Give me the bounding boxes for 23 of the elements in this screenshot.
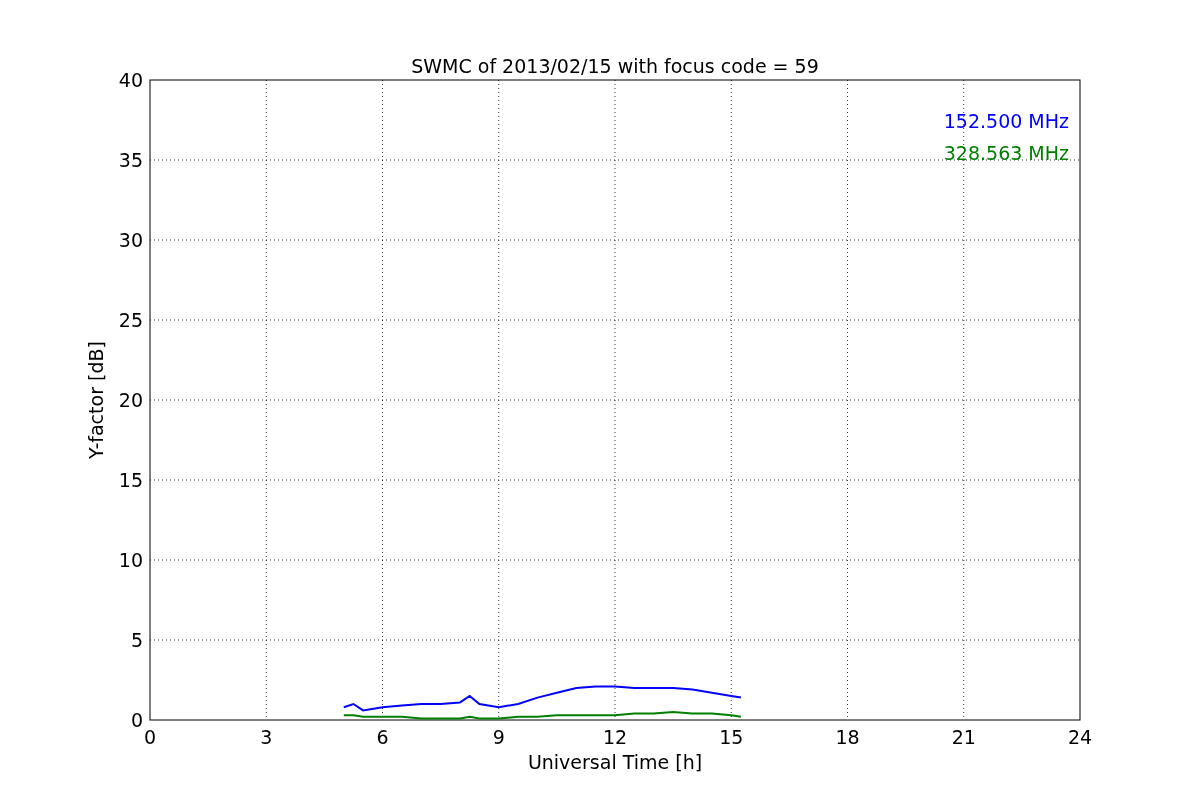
x-tick-label: 12	[602, 726, 628, 748]
x-tick-label: 6	[376, 726, 389, 748]
y-tick-label: 5	[130, 629, 143, 651]
y-tick-label: 0	[130, 709, 143, 731]
legend-label: 328.563 MHz	[943, 142, 1069, 164]
legend-label: 152.500 MHz	[943, 110, 1069, 132]
x-tick-label: 15	[719, 726, 744, 748]
y-tick-label: 25	[118, 309, 143, 331]
x-tick-label: 21	[951, 726, 976, 748]
y-tick-label: 30	[118, 229, 143, 251]
y-tick-label: 15	[118, 469, 143, 491]
chart-title: SWMC of 2013/02/15 with focus code = 59	[411, 55, 819, 77]
x-tick-label: 3	[260, 726, 273, 748]
y-tick-label: 10	[118, 549, 143, 571]
y-tick-label: 20	[118, 389, 143, 411]
y-tick-label: 40	[118, 69, 143, 91]
y-tick-label: 35	[118, 149, 143, 171]
x-tick-label: 9	[492, 726, 505, 748]
y-axis-label: Y-factor [dB]	[85, 341, 107, 459]
x-axis-label: Universal Time [h]	[527, 751, 703, 773]
x-tick-label: 18	[835, 726, 860, 748]
x-tick-label: 0	[143, 726, 157, 748]
x-tick-label: 24	[1067, 726, 1093, 748]
